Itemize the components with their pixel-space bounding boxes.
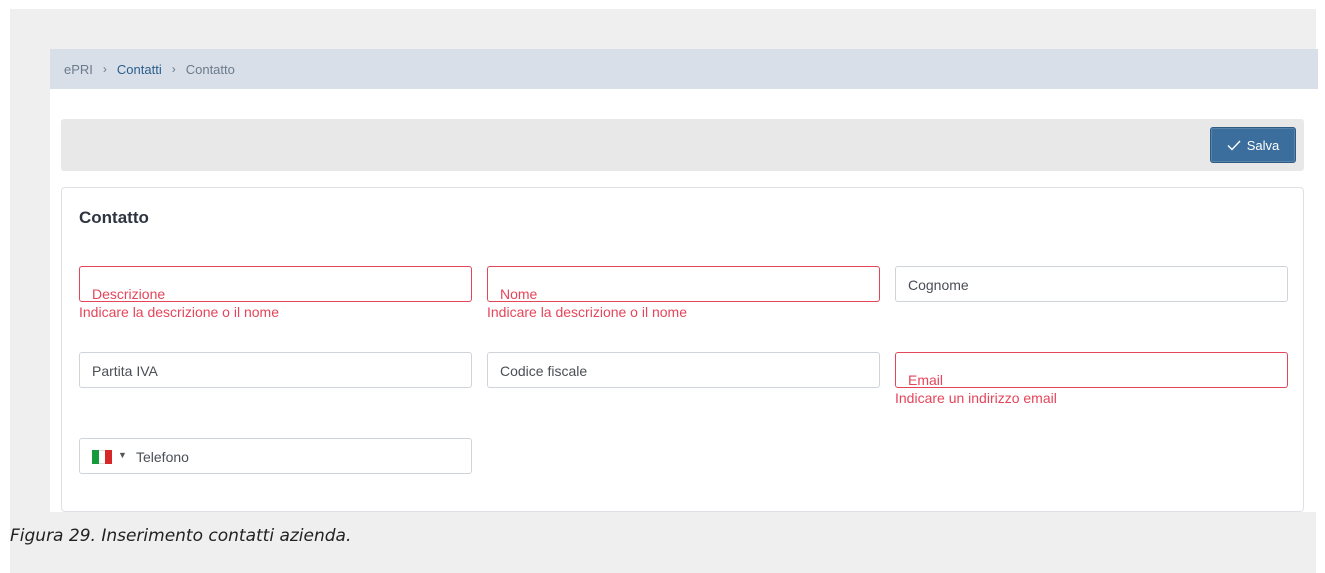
nome-field[interactable]: Nome <box>487 266 880 302</box>
descrizione-field[interactable]: Descrizione <box>79 266 472 302</box>
email-field[interactable]: Email <box>895 352 1288 388</box>
email-error: Indicare un indirizzo email <box>895 390 1057 406</box>
cognome-field[interactable]: Cognome <box>895 266 1288 302</box>
breadcrumb-root[interactable]: ePRI <box>64 62 93 77</box>
country-dropdown-caret-icon[interactable]: ▼ <box>118 450 127 460</box>
nome-error: Indicare la descrizione o il nome <box>487 304 687 320</box>
toolbar: Salva <box>61 119 1304 171</box>
descrizione-error: Indicare la descrizione o il nome <box>79 304 279 320</box>
app-screen: ePRI › Contatti › Contatto Salva Contatt… <box>50 49 1318 512</box>
contact-form-card: Contatto Descrizione Indicare la descriz… <box>61 187 1304 512</box>
descrizione-placeholder: Descrizione <box>92 286 166 302</box>
breadcrumb-contatti-link[interactable]: Contatti <box>117 62 162 77</box>
email-placeholder: Email <box>908 372 944 388</box>
partita-iva-field[interactable]: Partita IVA <box>79 352 472 388</box>
codice-fiscale-placeholder: Codice fiscale <box>500 363 588 379</box>
form-title: Contatto <box>79 208 149 227</box>
save-button-label: Salva <box>1246 137 1280 153</box>
breadcrumb-separator-icon: › <box>171 62 176 76</box>
breadcrumb-current: Contatto <box>185 61 235 77</box>
breadcrumb-separator-icon: › <box>102 62 107 76</box>
cognome-placeholder: Cognome <box>908 277 969 293</box>
codice-fiscale-field[interactable]: Codice fiscale <box>487 352 880 388</box>
check-icon <box>1227 140 1241 151</box>
nome-placeholder: Nome <box>500 286 538 302</box>
italy-flag-icon[interactable] <box>92 450 113 464</box>
breadcrumb: ePRI › Contatti › Contatto <box>50 49 1318 89</box>
partita-iva-placeholder: Partita IVA <box>92 363 158 379</box>
save-button[interactable]: Salva <box>1210 127 1296 163</box>
telefono-placeholder: Telefono <box>136 449 189 465</box>
figure-caption: Figura 29. Inserimento contatti azienda. <box>10 526 352 546</box>
figure-frame: ePRI › Contatti › Contatto Salva Contatt… <box>10 9 1318 573</box>
telefono-field[interactable]: ▼ Telefono <box>79 438 472 474</box>
